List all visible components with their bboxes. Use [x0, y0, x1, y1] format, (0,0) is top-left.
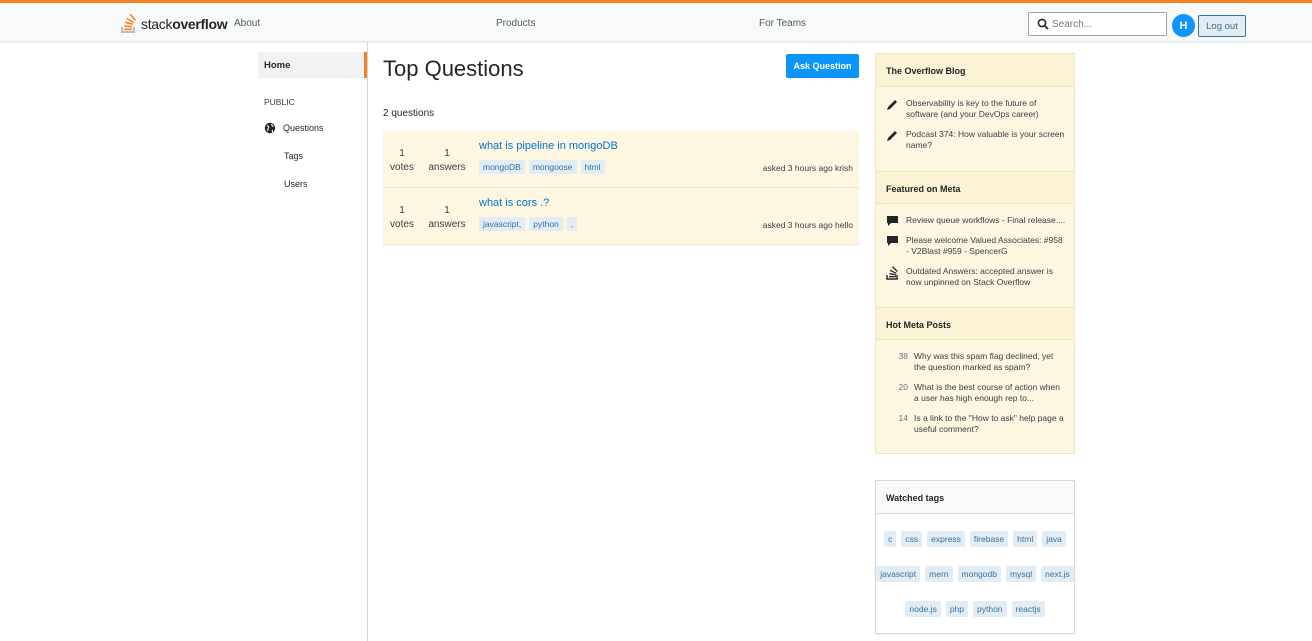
- asked-info: asked 3 hours ago krish: [762, 163, 853, 173]
- question-count: 2 questions: [383, 108, 435, 119]
- watched-tag[interactable]: mern: [925, 566, 953, 582]
- blog-header: The Overflow Blog: [876, 54, 1074, 87]
- tag[interactable]: mongoDB: [479, 160, 525, 174]
- hot-meta-item[interactable]: 38 Why was this spam flag declined, yet t…: [886, 351, 1066, 373]
- watched-tag[interactable]: firebase: [969, 531, 1009, 547]
- globe-icon: [264, 122, 276, 134]
- watched-tag[interactable]: html: [1013, 531, 1038, 547]
- search-box[interactable]: [1028, 12, 1167, 36]
- sidebar-item-home[interactable]: Home: [258, 52, 367, 78]
- question-row: 1 votes 1 answers what is cors .? javascri…: [383, 188, 859, 245]
- tag[interactable]: html: [580, 160, 605, 174]
- watched-tags-widget: Watched tags c css express firebase html…: [875, 480, 1075, 634]
- tag[interactable]: javascript,: [479, 217, 526, 231]
- question-title-link[interactable]: what is cors .?: [479, 197, 549, 209]
- speech-bubble-icon: [886, 235, 901, 257]
- watched-tag[interactable]: mongodb: [957, 566, 1001, 582]
- sidebar-questions-label: Questions: [283, 123, 324, 133]
- question-row: 1 votes 1 answers what is pipeline in mong…: [383, 131, 859, 188]
- sidebar-item-users[interactable]: Users: [284, 179, 308, 189]
- pencil-icon: [886, 129, 901, 151]
- top-bar: stackoverflow About Products For Teams H…: [0, 0, 1312, 42]
- watched-tag[interactable]: python: [973, 601, 1007, 617]
- nav-for-teams[interactable]: For Teams: [759, 18, 806, 29]
- question-tags: javascript, python ,: [479, 217, 578, 231]
- hot-meta-item[interactable]: 14 Is a link to the "How to ask" help pag…: [886, 413, 1066, 435]
- nav-products[interactable]: Products: [496, 18, 535, 29]
- watched-tag[interactable]: node.js: [905, 601, 941, 617]
- stackoverflow-logo[interactable]: stackoverflow: [120, 13, 228, 35]
- vote-count: 1 votes: [390, 148, 414, 173]
- pencil-icon: [886, 98, 901, 120]
- hot-meta-header: Hot Meta Posts: [876, 307, 1074, 340]
- tag[interactable]: ,: [566, 217, 578, 231]
- watched-tags-row: node.js php python reactjs: [876, 601, 1074, 617]
- tag[interactable]: python: [529, 217, 563, 231]
- watched-tag[interactable]: java: [1042, 531, 1066, 547]
- sidebar-section-public: PUBLIC: [264, 97, 295, 107]
- watched-tag[interactable]: mysql: [1005, 566, 1037, 582]
- watched-tags-header: Watched tags: [876, 481, 1074, 514]
- sidebar-item-tags[interactable]: Tags: [284, 151, 303, 161]
- sidebar-widget: The Overflow Blog Observability is key t…: [875, 53, 1075, 454]
- asked-info: asked 3 hours ago hello: [762, 220, 853, 230]
- stack-logo-icon: [121, 14, 137, 33]
- watched-tag[interactable]: next.js: [1041, 566, 1074, 582]
- watched-tag[interactable]: css: [901, 531, 923, 547]
- logo-text: stackoverflow: [141, 16, 228, 32]
- ask-question-button[interactable]: Ask Question: [786, 54, 859, 78]
- meta-item[interactable]: Please welcome Valued Associates: #958 -…: [886, 235, 1066, 257]
- nav-about[interactable]: About: [234, 18, 260, 29]
- tag[interactable]: mongoose: [528, 160, 577, 174]
- search-input[interactable]: [1052, 18, 1162, 30]
- answer-count: 1 answers: [428, 148, 466, 173]
- meta-item[interactable]: Outdated Answers: accepted answer is now…: [886, 266, 1066, 288]
- page-title: Top Questions: [383, 56, 524, 81]
- watched-tag[interactable]: php: [945, 601, 969, 617]
- question-title-link[interactable]: what is pipeline in mongoDB: [479, 140, 618, 152]
- question-tags: mongoDB mongoose html: [479, 160, 605, 174]
- user-avatar[interactable]: H: [1172, 14, 1195, 37]
- speech-bubble-icon: [886, 215, 901, 230]
- answer-count: 1 answers: [428, 205, 466, 230]
- left-sidebar: Home PUBLIC Questions Tags Users: [258, 42, 368, 641]
- stack-icon: [886, 266, 901, 288]
- meta-item[interactable]: Review queue workflows - Final release..…: [886, 215, 1066, 230]
- sidebar-item-questions[interactable]: Questions: [264, 122, 324, 134]
- watched-tag[interactable]: javascript: [876, 566, 921, 582]
- search-icon: [1037, 18, 1049, 30]
- vote-count: 1 votes: [390, 205, 414, 230]
- watched-tags-row: c css express firebase html java: [876, 531, 1074, 547]
- watched-tags-row: javascript mern mongodb mysql next.js: [876, 566, 1074, 582]
- blog-item[interactable]: Observability is key to the future of so…: [886, 98, 1066, 120]
- watched-tag[interactable]: express: [927, 531, 965, 547]
- meta-header: Featured on Meta: [876, 171, 1074, 204]
- watched-tag[interactable]: c: [884, 531, 897, 547]
- watched-tag[interactable]: reactjs: [1011, 601, 1045, 617]
- hot-meta-item[interactable]: 20 What is the best course of action when…: [886, 382, 1066, 404]
- logout-button[interactable]: Log out: [1198, 15, 1246, 37]
- blog-item[interactable]: Podcast 374: How valuable is your screen…: [886, 129, 1066, 151]
